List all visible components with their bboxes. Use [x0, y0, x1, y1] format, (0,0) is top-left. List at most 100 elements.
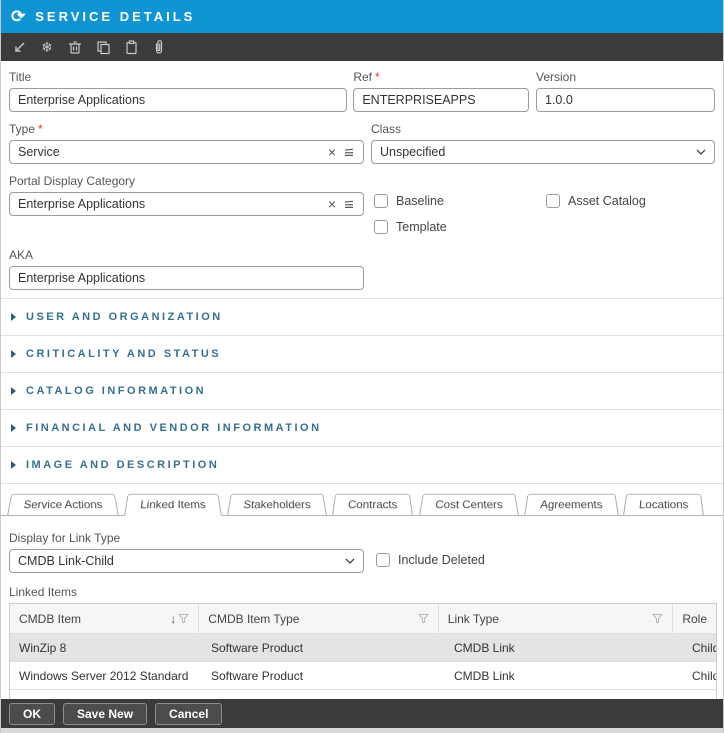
ref-label: Ref	[353, 70, 372, 84]
cell-cmdb-item: WinZip 8	[10, 641, 202, 655]
checkbox-icon[interactable]	[374, 194, 388, 208]
aka-label: AKA	[9, 248, 364, 262]
collapsible-sections: USER AND ORGANIZATION CRITICALITY AND ST…	[1, 298, 723, 484]
baseline-checkbox[interactable]: Baseline	[374, 194, 546, 208]
expand-triangle-icon	[11, 461, 16, 469]
column-header-cmdb-item-type[interactable]: CMDB Item Type	[199, 604, 438, 633]
ref-input[interactable]	[353, 88, 529, 112]
attachment-icon[interactable]	[147, 36, 171, 58]
column-header-role[interactable]: Role	[673, 604, 716, 633]
class-select[interactable]: Unspecified	[371, 140, 715, 164]
portal-display-category-field[interactable]	[18, 197, 322, 211]
linked-items-tab-content: Display for Link Type CMDB Link-Child In…	[1, 516, 723, 718]
title-label: Title	[9, 70, 347, 84]
sort-descending-icon[interactable]: ↓	[170, 612, 176, 626]
section-catalog-information[interactable]: CATALOG INFORMATION	[1, 372, 723, 409]
include-deleted-checkbox-label: Include Deleted	[398, 553, 485, 567]
save-new-button[interactable]: Save New	[63, 703, 147, 725]
picklist-icon[interactable]	[343, 199, 355, 210]
link-type-select[interactable]: CMDB Link-Child	[9, 549, 364, 573]
window-titlebar: ⟳ SERVICE DETAILS	[1, 0, 723, 33]
baseline-checkbox-label: Baseline	[396, 194, 444, 208]
cell-cmdb-item: Windows Server 2012 Standard	[10, 669, 202, 683]
cell-role: Child	[683, 669, 716, 683]
section-financial-and-vendor-information[interactable]: FINANCIAL AND VENDOR INFORMATION	[1, 409, 723, 446]
section-image-and-description[interactable]: IMAGE AND DESCRIPTION	[1, 446, 723, 483]
cell-role: Child	[683, 641, 716, 655]
column-header-label: Link Type	[448, 612, 499, 626]
section-criticality-and-status[interactable]: CRITICALITY AND STATUS	[1, 335, 723, 372]
footer-action-bar: OK Save New Cancel	[1, 699, 723, 728]
asset-catalog-checkbox[interactable]: Asset Catalog	[546, 194, 646, 208]
cell-cmdb-item-type: Software Product	[202, 641, 445, 655]
type-input[interactable]: ×	[9, 140, 364, 164]
portal-display-category-input[interactable]: ×	[9, 192, 364, 216]
linked-items-grid-label: Linked Items	[9, 585, 715, 599]
template-checkbox-label: Template	[396, 220, 447, 234]
cell-link-type: CMDB Link	[445, 641, 683, 655]
collapse-arrow-icon[interactable]	[7, 36, 31, 58]
title-input[interactable]	[9, 88, 347, 112]
toolbar: ❄	[1, 33, 723, 61]
column-header-cmdb-item[interactable]: CMDB Item ↓	[10, 604, 199, 633]
template-checkbox[interactable]: Template	[374, 220, 546, 234]
required-asterisk: *	[38, 122, 43, 136]
grid-header-row: CMDB Item ↓ CMDB Item Type Link Type	[10, 604, 716, 633]
type-label: Type	[9, 122, 35, 136]
cancel-button[interactable]: Cancel	[155, 703, 222, 725]
section-title: FINANCIAL AND VENDOR INFORMATION	[26, 422, 322, 434]
tab-stakeholders[interactable]: Stakeholders	[227, 494, 327, 516]
version-input[interactable]	[536, 88, 715, 112]
filter-funnel-icon[interactable]	[418, 613, 429, 624]
cell-cmdb-item-type: Software Product	[202, 669, 445, 683]
display-for-link-type-label: Display for Link Type	[9, 531, 364, 545]
tab-locations[interactable]: Locations	[623, 494, 704, 516]
section-user-and-organization[interactable]: USER AND ORGANIZATION	[1, 298, 723, 335]
title-input-field[interactable]	[18, 93, 338, 107]
version-label: Version	[536, 70, 715, 84]
tab-agreements[interactable]: Agreements	[524, 494, 619, 516]
expand-triangle-icon	[11, 424, 16, 432]
snowflake-icon[interactable]: ❄	[35, 36, 59, 58]
clear-icon[interactable]: ×	[328, 145, 336, 159]
table-row[interactable]: WinZip 8 Software Product CMDB Link Chil…	[10, 633, 716, 661]
filter-funnel-icon[interactable]	[178, 613, 189, 624]
class-label: Class	[371, 122, 715, 136]
section-title: CATALOG INFORMATION	[26, 385, 206, 397]
service-details-form: Title Ref* Version Type* ×	[1, 61, 723, 290]
column-header-label: CMDB Item	[19, 612, 81, 626]
tab-service-actions[interactable]: Service Actions	[7, 494, 119, 516]
checkbox-icon[interactable]	[546, 194, 560, 208]
ok-button[interactable]: OK	[9, 703, 55, 725]
class-select-value: Unspecified	[380, 145, 445, 159]
ref-input-field[interactable]	[362, 93, 520, 107]
refresh-icon[interactable]: ⟳	[11, 8, 25, 25]
aka-input[interactable]	[9, 266, 364, 290]
copy-icon[interactable]	[91, 36, 115, 58]
include-deleted-checkbox[interactable]: Include Deleted	[376, 537, 485, 567]
section-title: CRITICALITY AND STATUS	[26, 348, 221, 360]
window-bottom-strip	[1, 728, 723, 733]
type-input-field[interactable]	[18, 145, 322, 159]
expand-triangle-icon	[11, 313, 16, 321]
aka-input-field[interactable]	[18, 271, 355, 285]
tab-cost-centers[interactable]: Cost Centers	[419, 494, 519, 516]
cell-link-type: CMDB Link	[445, 669, 683, 683]
filter-funnel-icon[interactable]	[652, 613, 663, 624]
section-title: USER AND ORGANIZATION	[26, 311, 223, 323]
version-input-field[interactable]	[545, 93, 706, 107]
expand-triangle-icon	[11, 350, 16, 358]
table-row[interactable]: Windows Server 2012 Standard Software Pr…	[10, 661, 716, 689]
tab-linked-items[interactable]: Linked Items	[124, 494, 222, 516]
picklist-icon[interactable]	[343, 147, 355, 158]
checkbox-icon[interactable]	[376, 553, 390, 567]
clear-icon[interactable]: ×	[328, 197, 336, 211]
link-type-select-value: CMDB Link-Child	[18, 554, 114, 568]
column-header-link-type[interactable]: Link Type	[439, 604, 674, 633]
tab-contracts[interactable]: Contracts	[332, 494, 413, 516]
clipboard-icon[interactable]	[119, 36, 143, 58]
checkbox-icon[interactable]	[374, 220, 388, 234]
delete-icon[interactable]	[63, 36, 87, 58]
column-header-label: Role	[682, 612, 707, 626]
asset-catalog-checkbox-label: Asset Catalog	[568, 194, 646, 208]
